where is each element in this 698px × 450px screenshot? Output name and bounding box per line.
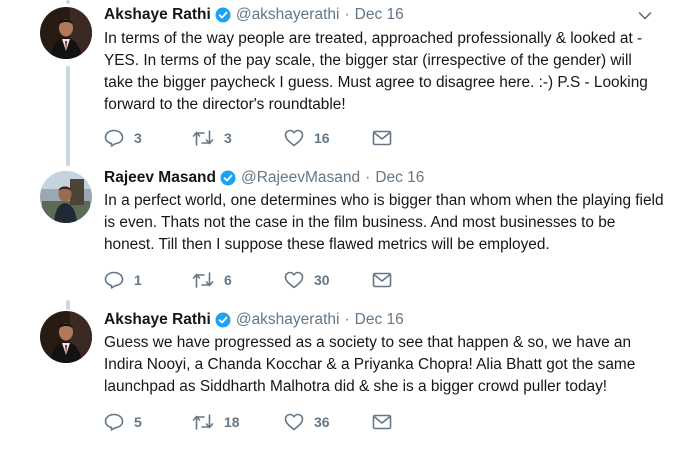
like-count: 36 <box>314 414 330 430</box>
direct-message-button[interactable] <box>372 412 392 432</box>
author-handle[interactable]: @akshayerathi <box>236 6 340 24</box>
retweet-icon <box>192 130 214 146</box>
like-count: 16 <box>314 130 330 146</box>
reply-icon <box>104 271 124 289</box>
reply-count: 5 <box>134 414 142 430</box>
tweet-actions: 1 6 30 <box>104 270 504 290</box>
reply-count: 1 <box>134 272 142 288</box>
separator-dot: · <box>344 6 350 23</box>
tweet[interactable]: Akshaye Rathi @akshayerathi · Dec 16 In … <box>0 0 698 160</box>
retweet-button[interactable]: 18 <box>192 412 240 432</box>
reply-icon <box>104 413 124 431</box>
tweet-date[interactable]: Dec 16 <box>355 6 404 24</box>
direct-message-button[interactable] <box>372 128 392 148</box>
tweet-header: Akshaye Rathi @akshayerathi · Dec 16 <box>104 309 404 331</box>
author-handle[interactable]: @akshayerathi <box>236 311 340 329</box>
reply-button[interactable]: 3 <box>104 128 142 148</box>
tweet-date[interactable]: Dec 16 <box>375 169 424 187</box>
avatar[interactable] <box>40 171 92 223</box>
author-name[interactable]: Akshaye Rathi <box>104 311 211 329</box>
reply-button[interactable]: 5 <box>104 412 142 432</box>
tweet[interactable]: Akshaye Rathi @akshayerathi · Dec 16 Gue… <box>0 306 698 450</box>
heart-icon <box>284 413 304 431</box>
heart-icon <box>284 271 304 289</box>
avatar[interactable] <box>40 311 92 363</box>
verified-badge-icon <box>220 170 236 186</box>
tweet-actions: 5 18 36 <box>104 412 504 432</box>
envelope-icon <box>372 272 392 288</box>
author-name[interactable]: Rajeev Masand <box>104 169 216 187</box>
reply-icon <box>104 129 124 147</box>
author-handle[interactable]: @RajeevMasand <box>241 169 360 187</box>
tweet-header: Rajeev Masand @RajeevMasand · Dec 16 <box>104 167 424 189</box>
retweet-button[interactable]: 6 <box>192 270 232 290</box>
separator-dot: · <box>344 311 350 328</box>
tweet[interactable]: Rajeev Masand @RajeevMasand · Dec 16 In … <box>0 166 698 300</box>
tweet-actions: 3 3 16 <box>104 128 504 148</box>
retweet-count: 18 <box>224 414 240 430</box>
envelope-icon <box>372 130 392 146</box>
verified-badge-icon <box>215 7 231 23</box>
tweet-header: Akshaye Rathi @akshayerathi · Dec 16 <box>104 4 404 26</box>
chevron-down-icon[interactable] <box>638 11 652 21</box>
like-button[interactable]: 30 <box>284 270 330 290</box>
author-name[interactable]: Akshaye Rathi <box>104 6 211 24</box>
direct-message-button[interactable] <box>372 270 392 290</box>
like-button[interactable]: 36 <box>284 412 330 432</box>
avatar[interactable] <box>40 7 92 59</box>
tweet-text: Guess we have progressed as a society to… <box>104 334 636 395</box>
retweet-icon <box>192 272 214 288</box>
retweet-icon <box>192 414 214 430</box>
reply-button[interactable]: 1 <box>104 270 142 290</box>
tweet-date[interactable]: Dec 16 <box>355 311 404 329</box>
verified-badge-icon <box>215 312 231 328</box>
tweet-text: In terms of the way people are treated, … <box>104 30 648 113</box>
tweet-text: In a perfect world, one determines who i… <box>104 192 664 253</box>
like-button[interactable]: 16 <box>284 128 330 148</box>
retweet-count: 6 <box>224 272 232 288</box>
retweet-button[interactable]: 3 <box>192 128 232 148</box>
separator-dot: · <box>365 169 371 186</box>
retweet-count: 3 <box>224 130 232 146</box>
reply-count: 3 <box>134 130 142 146</box>
like-count: 30 <box>314 272 330 288</box>
heart-icon <box>284 129 304 147</box>
envelope-icon <box>372 414 392 430</box>
